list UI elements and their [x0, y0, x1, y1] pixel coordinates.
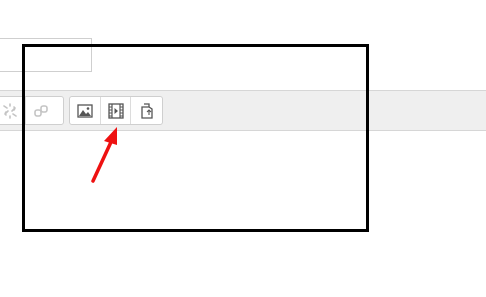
anchor-button[interactable] [25, 97, 55, 124]
unlink-icon [3, 102, 17, 119]
editor-content-area[interactable] [0, 131, 486, 297]
text-input[interactable]: - [0, 38, 92, 72]
manage-files-icon [140, 102, 153, 119]
insert-video-button[interactable] [100, 97, 130, 124]
video-icon [107, 102, 124, 119]
anchor-icon [33, 104, 48, 117]
link-button-group [0, 96, 64, 125]
insert-image-button[interactable] [70, 97, 100, 124]
image-icon [77, 103, 93, 118]
unlink-button[interactable] [0, 97, 25, 124]
media-button-group [69, 96, 163, 125]
editor-toolbar [0, 90, 486, 131]
manage-files-button[interactable] [130, 97, 160, 124]
